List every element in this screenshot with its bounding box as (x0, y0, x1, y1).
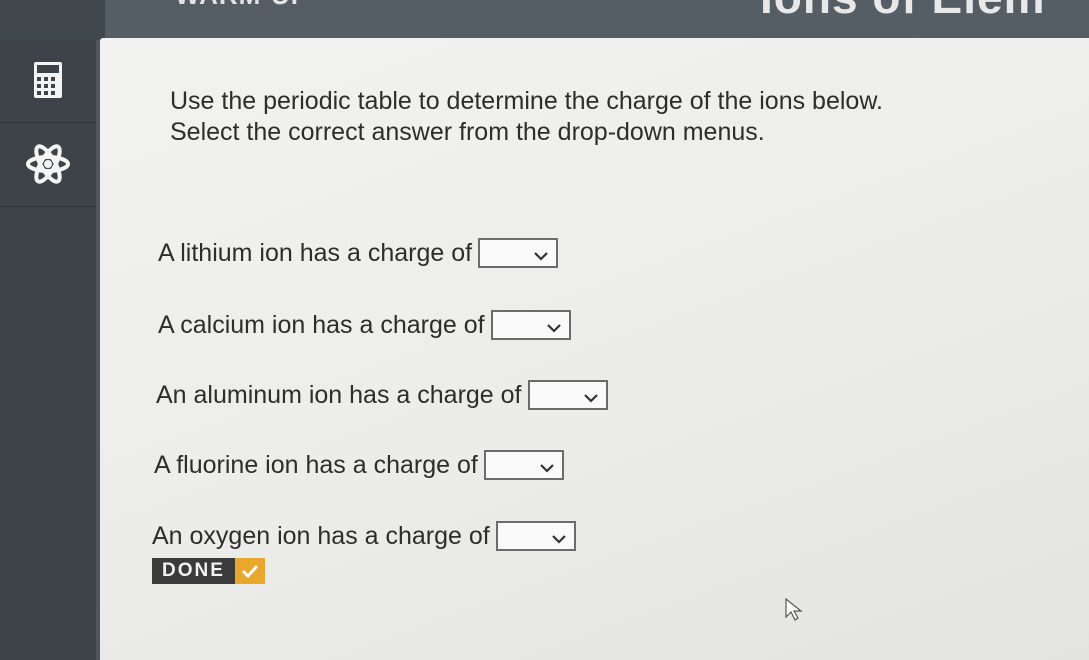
top-header-left-block (0, 0, 105, 40)
lesson-title: Ions of Elem (760, 0, 1045, 24)
question-row-fluorine: A fluorine ion has a charge of (154, 450, 564, 480)
question-text: An oxygen ion has a charge of (152, 521, 490, 550)
question-row-lithium: A lithium ion has a charge of (158, 238, 559, 268)
question-row-aluminum: An aluminum ion has a charge of (156, 380, 608, 410)
question-text: A calcium ion has a charge of (158, 310, 485, 339)
done-button-label: DONE (152, 558, 235, 584)
aluminum-charge-dropdown[interactable] (527, 380, 608, 410)
calcium-charge-dropdown[interactable] (490, 310, 571, 340)
chevron-down-icon (551, 522, 566, 551)
question-text: A lithium ion has a charge of (158, 238, 473, 267)
check-icon (234, 558, 265, 584)
atom-icon (25, 143, 71, 189)
question-panel: Use the periodic table to determine the … (100, 38, 1089, 660)
calculator-button[interactable] (0, 42, 96, 123)
periodic-table-button[interactable] (0, 126, 96, 207)
top-header: WARM-UP Ions of Elem (0, 0, 1089, 40)
question-row-calcium: A calcium ion has a charge of (158, 310, 571, 340)
chevron-down-icon (540, 451, 554, 480)
tool-sidebar (0, 40, 96, 660)
chevron-down-icon (546, 311, 561, 340)
calculator-icon (33, 61, 63, 104)
question-text: A fluorine ion has a charge of (154, 450, 478, 479)
chevron-down-icon (583, 381, 598, 410)
instructions-text: Use the periodic table to determine the … (170, 87, 883, 146)
mouse-cursor-icon (785, 597, 803, 627)
question-text: An aluminum ion has a charge of (156, 380, 522, 409)
section-label: WARM-UP (175, 0, 309, 11)
oxygen-charge-dropdown[interactable] (495, 521, 576, 551)
lithium-charge-dropdown[interactable] (478, 238, 559, 268)
chevron-down-icon (534, 239, 548, 268)
question-row-oxygen: An oxygen ion has a charge of (152, 521, 576, 551)
done-button[interactable]: DONE (152, 558, 265, 584)
fluorine-charge-dropdown[interactable] (483, 450, 564, 480)
